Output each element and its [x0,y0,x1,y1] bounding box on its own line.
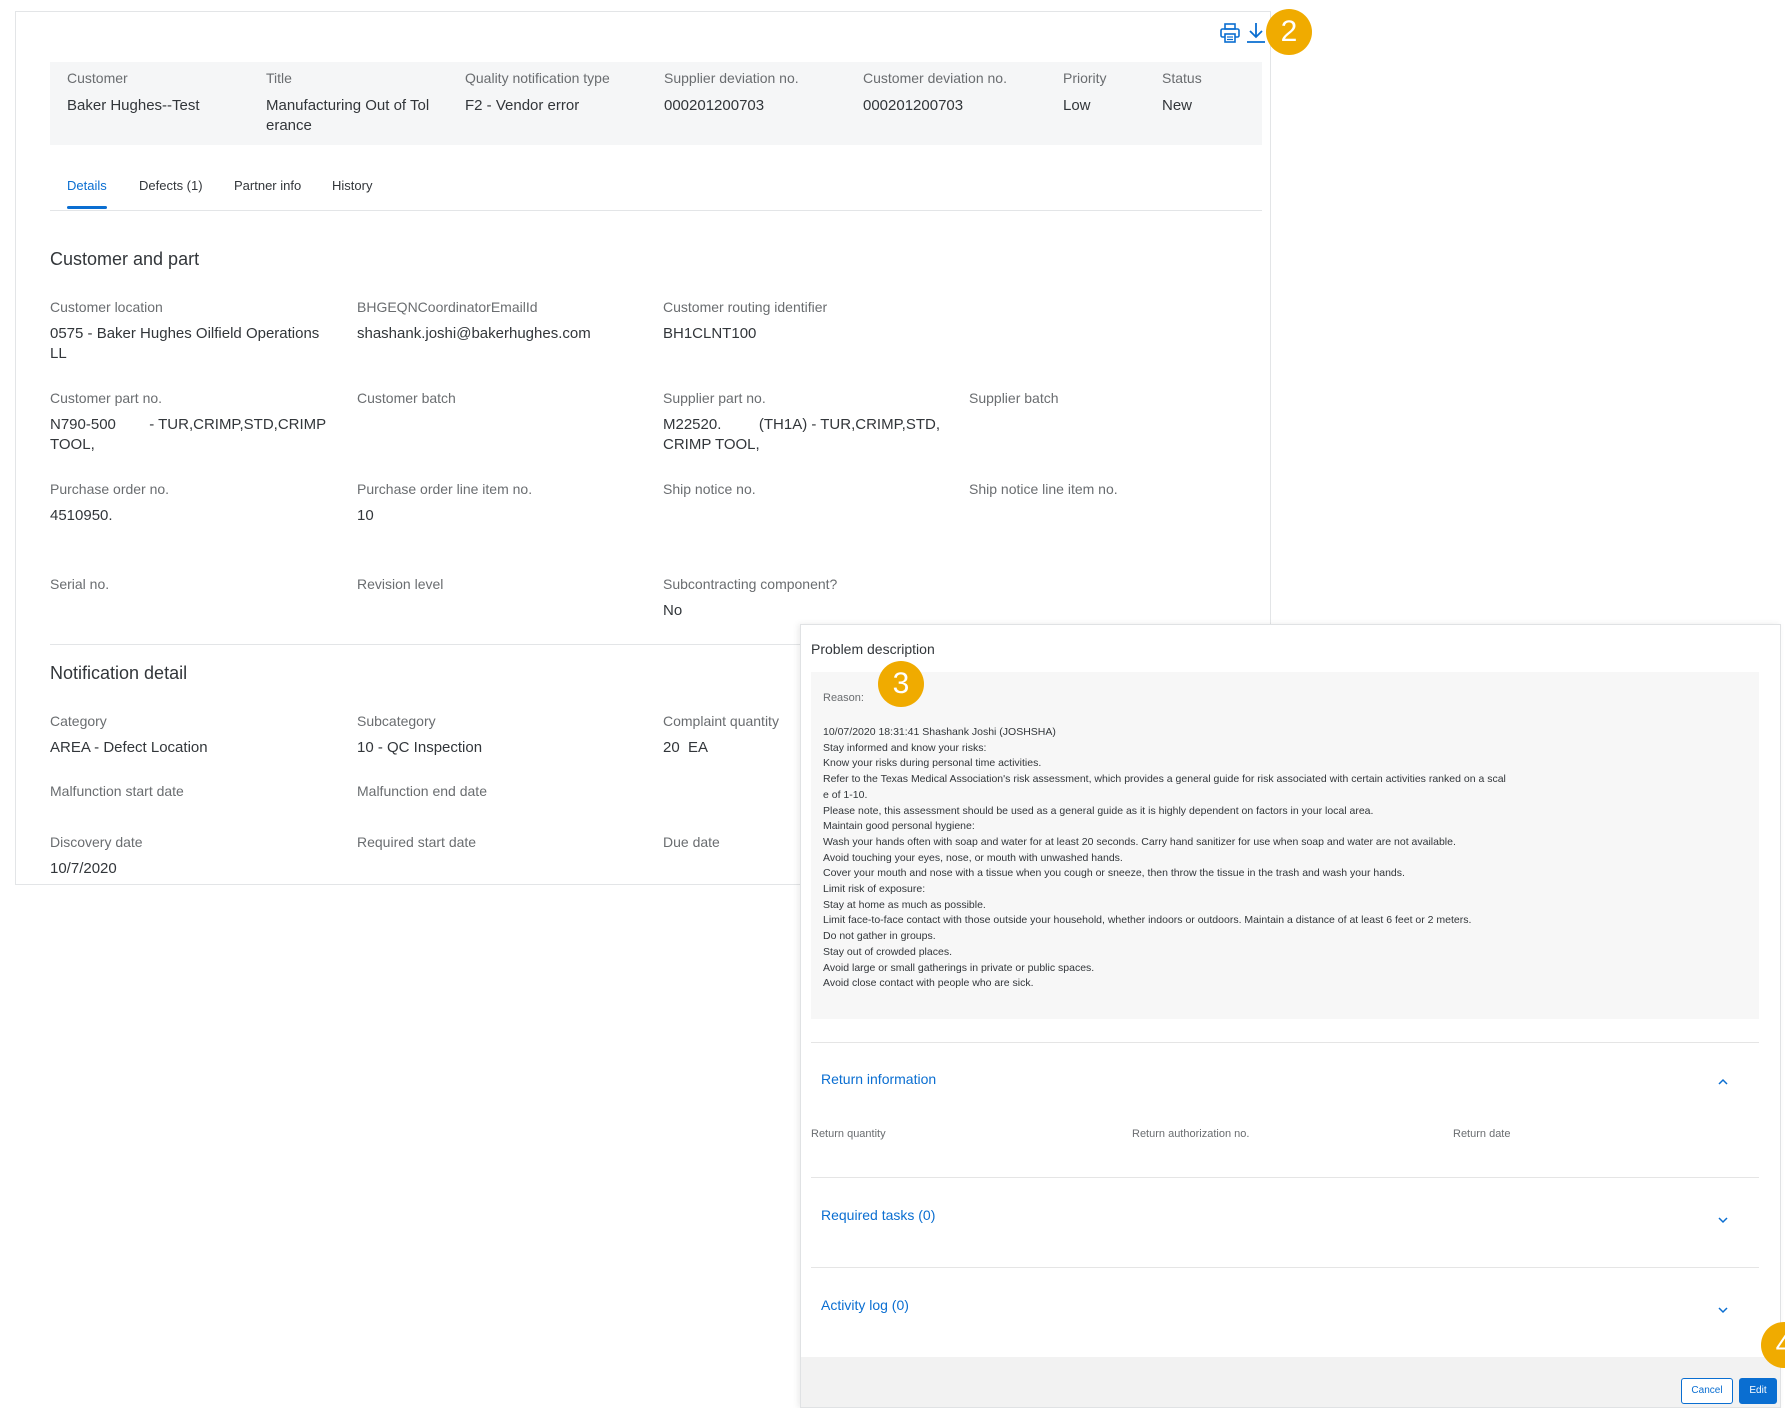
customer-value: Baker Hughes--Test [67,97,200,114]
activity-log-header[interactable]: Activity log (0) [821,1297,909,1313]
complaint-quantity-label: Complaint quantity [663,713,779,729]
chevron-down-icon[interactable] [1716,1303,1730,1317]
notification-type-value: F2 - Vendor error [465,97,580,114]
tab-details[interactable]: Details [67,178,107,193]
supplier-part-no-label: Supplier part no. [663,390,766,406]
customer-location-value: 0575 - Baker Hughes Oilfield Operations … [50,325,320,362]
required-tasks-divider [811,1177,1759,1178]
routing-identifier-value: BH1CLNT100 [663,325,757,342]
title-value: Manufacturing Out of Tol erance [266,97,430,134]
required-start-label: Required start date [357,834,477,850]
status-label: Status [1162,70,1202,86]
reason-label: Reason: [823,692,864,704]
coordinator-email-label: BHGEQNCoordinatorEmailId [357,299,538,315]
subcategory-value: 10 - QC Inspection [357,739,483,756]
customer-part-no-value: N790-500 - TUR,CRIMP,STD,CRIMP TOOL, [50,416,327,453]
problem-description-popup: Problem description Reason: 10/07/2020 1… [800,624,1781,1408]
cancel-button[interactable]: Cancel [1681,1378,1733,1404]
tab-history[interactable]: History [332,178,372,193]
customer-deviation-label: Customer deviation no. [863,70,1007,86]
supplier-part-no-value: M22520. (TH1A) - TUR,CRIMP,STD, CRIMP TO… [663,416,941,453]
activity-log-divider [811,1267,1759,1268]
required-tasks-header[interactable]: Required tasks (0) [821,1207,935,1223]
customer-label: Customer [67,70,128,86]
notification-type-label: Quality notification type [465,70,610,86]
return-date-label: Return date [1453,1128,1511,1140]
chevron-up-icon[interactable] [1716,1075,1730,1089]
chevron-down-icon[interactable] [1716,1213,1730,1227]
purchase-order-value: 4510950. [50,507,113,524]
serial-no-label: Serial no. [50,576,110,592]
description-text: 10/07/2020 18:31:41 Shashank Joshi (JOSH… [823,726,1506,990]
discovery-date-label: Discovery date [50,834,143,850]
ship-notice-label: Ship notice no. [663,481,756,497]
discovery-date-value: 10/7/2020 [50,860,117,877]
malfunction-end-label: Malfunction end date [357,783,487,799]
purchase-order-label: Purchase order no. [50,481,170,497]
subcategory-label: Subcategory [357,713,436,729]
callout-3: 3 [878,661,924,707]
tabs-divider [50,210,1262,211]
coordinator-email-value: shashank.joshi@bakerhughes.com [357,325,591,342]
routing-identifier-label: Customer routing identifier [663,299,828,315]
tab-defects[interactable]: Defects (1) [139,178,203,193]
malfunction-start-label: Malfunction start date [50,783,184,799]
header-strip: Customer Baker Hughes--Test Title Manufa… [50,62,1262,145]
category-label: Category [50,713,107,729]
po-line-item-value: 10 [357,507,374,524]
return-quantity-label: Return quantity [811,1128,886,1140]
customer-deviation-value: 000201200703 [863,97,964,114]
supplier-deviation-label: Supplier deviation no. [664,70,799,86]
title-label: Title [266,70,292,86]
return-information-header[interactable]: Return information [821,1071,936,1087]
priority-label: Priority [1063,70,1107,86]
tab-partner-info[interactable]: Partner info [234,178,301,193]
print-icon[interactable] [1219,22,1241,44]
popup-footer: Cancel Edit [801,1357,1780,1407]
customer-part-no-label: Customer part no. [50,390,163,406]
subcontracting-label: Subcontracting component? [663,576,838,592]
category-value: AREA - Defect Location [50,739,208,756]
due-date-label: Due date [663,834,720,850]
priority-value: Low [1063,97,1091,114]
customer-batch-label: Customer batch [357,390,456,406]
customer-part-title: Customer and part [50,249,200,269]
subcontracting-value: No [663,602,683,619]
edit-button[interactable]: Edit [1739,1378,1777,1404]
revision-level-label: Revision level [357,576,444,592]
supplier-deviation-value: 000201200703 [664,97,765,114]
supplier-batch-label: Supplier batch [969,390,1059,406]
notification-detail-title: Notification detail [50,663,188,683]
ship-notice-line-item-label: Ship notice line item no. [969,481,1118,497]
complaint-quantity-value: 20 EA [663,739,709,756]
customer-location-label: Customer location [50,299,163,315]
po-line-item-label: Purchase order line item no. [357,481,533,497]
problem-description-title: Problem description [811,641,935,657]
download-icon[interactable] [1245,21,1267,45]
return-authorization-label: Return authorization no. [1132,1128,1250,1140]
description-box: Reason: 10/07/2020 18:31:41 Shashank Jos… [811,672,1759,1019]
return-info-divider [811,1042,1759,1043]
callout-2: 2 [1266,9,1312,55]
status-value: New [1162,97,1193,114]
active-tab-indicator [67,206,107,209]
